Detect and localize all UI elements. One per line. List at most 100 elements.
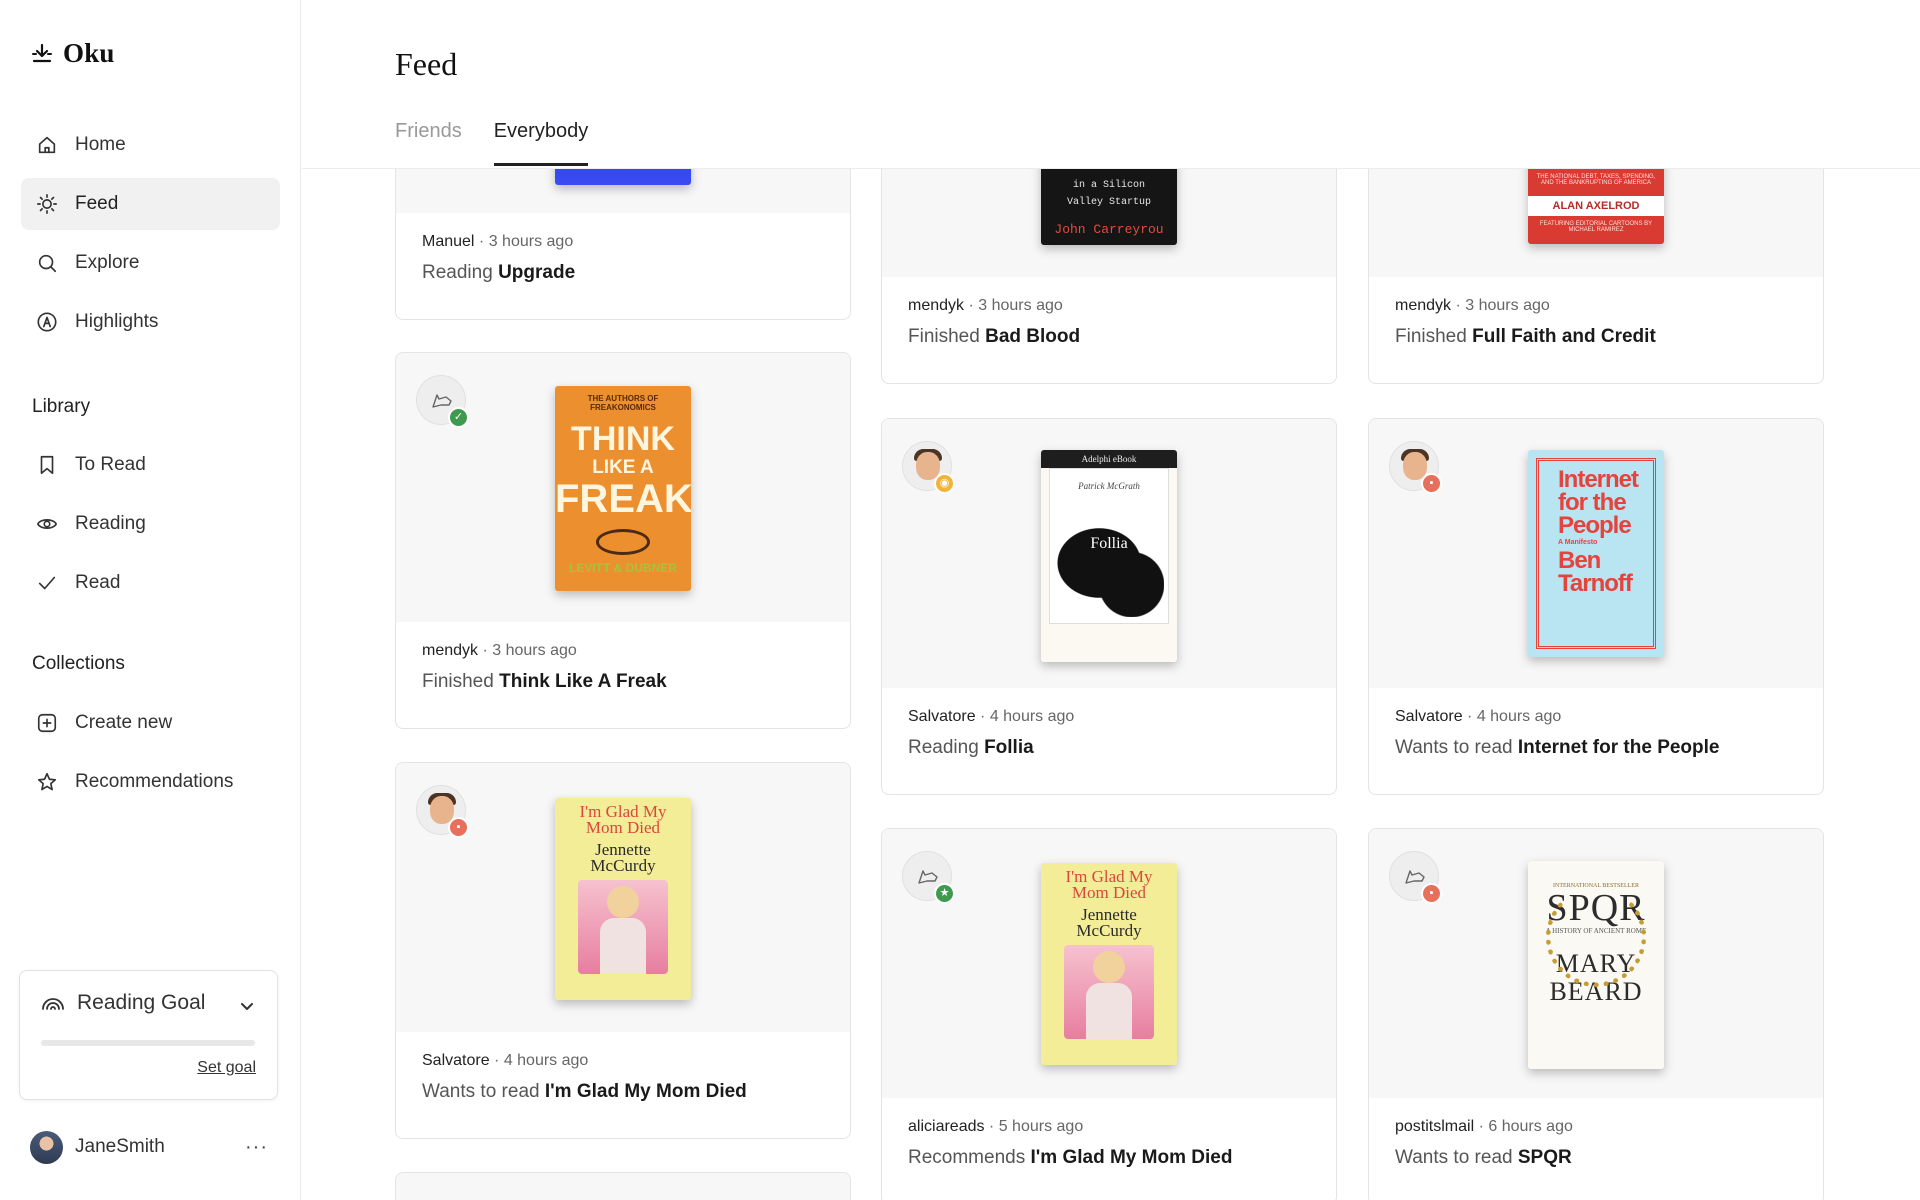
nav-item-feed[interactable]: Feed — [21, 178, 280, 230]
feed-card[interactable]: ▪ INTERNATIONAL BESTSELLER SPQR A HISTOR… — [1368, 828, 1824, 1200]
feed-book-title[interactable]: SPQR — [1518, 1147, 1572, 1168]
feed-timestamp: 4 hours ago — [989, 708, 1075, 725]
create-collection-button[interactable]: Create new — [21, 697, 280, 749]
feed-book-title[interactable]: Think Like A Freak — [499, 671, 667, 692]
search-icon — [36, 252, 58, 274]
feed-book-title[interactable]: Upgrade — [498, 262, 575, 283]
feed-book-title[interactable]: I'm Glad My Mom Died — [1031, 1147, 1233, 1168]
feed-book-title[interactable]: Full Faith and Credit — [1472, 326, 1656, 347]
plus-square-icon — [36, 712, 58, 734]
nav-item-recommendations[interactable]: Recommendations — [21, 756, 280, 808]
feed-username[interactable]: aliciareads — [908, 1118, 984, 1135]
card-body: mendyk · 3 hours ago Finished Bad Blood — [908, 297, 1081, 347]
feed-timestamp: 6 hours ago — [1488, 1118, 1573, 1135]
nav-item-label: Explore — [75, 252, 140, 273]
cover-text: Adelphi eBook — [1041, 450, 1177, 468]
feed-action: Recommends — [908, 1147, 1026, 1168]
feed-card[interactable]: ★ I'm Glad My Mom Died Jennette McCurdy … — [881, 828, 1337, 1200]
book-cover-area: ✓ THE AUTHORS OF FREAKONOMICS THINK LIKE… — [396, 353, 850, 622]
nav-item-label: Recommendations — [75, 771, 234, 792]
logo-icon — [32, 43, 52, 62]
feed-card[interactable]: Manuel · 3 hours ago Reading Upgrade — [395, 169, 851, 320]
feed-card[interactable]: ✓ THE AUTHORS OF FREAKONOMICS THINK LIKE… — [395, 352, 851, 729]
feed-username[interactable]: mendyk — [422, 642, 478, 659]
feed-action: Finished — [422, 671, 494, 692]
feed-username[interactable]: postitslmail — [1395, 1118, 1474, 1135]
set-goal-link[interactable]: Set goal — [197, 1059, 256, 1077]
more-options-button[interactable]: ··· — [245, 1136, 268, 1159]
book-cover[interactable]: Adelphi eBook Patrick McGrath Follia — [1041, 450, 1177, 662]
nav-item-label: Reading — [75, 513, 146, 534]
nav-item-highlights[interactable]: Highlights — [21, 296, 280, 348]
feed-card[interactable]: ▪ Internet for the People A Manifesto Be… — [1368, 418, 1824, 795]
sidebar: Oku Home Feed Explore Highlights Library… — [0, 0, 301, 1200]
feed-username[interactable]: Manuel — [422, 233, 474, 250]
nav-item-explore[interactable]: Explore — [21, 237, 280, 289]
cover-text: Ben — [1558, 547, 1601, 574]
book-cover[interactable]: THE AUTHORS OF FREAKONOMICS THINK LIKE A… — [555, 386, 691, 591]
reading-goal-toggle[interactable]: Reading Goal — [41, 991, 205, 1015]
avatar[interactable]: ✓ — [416, 375, 469, 428]
nav-item-read[interactable]: Read — [21, 557, 280, 609]
app-logo[interactable]: Oku — [31, 38, 115, 69]
nav-item-label: To Read — [75, 454, 146, 475]
feed-book-title[interactable]: Internet for the People — [1518, 737, 1720, 758]
avatar[interactable]: ◉ — [902, 441, 955, 494]
feed-book-title[interactable]: I'm Glad My Mom Died — [545, 1081, 747, 1102]
eye-icon — [36, 513, 58, 535]
username: JaneSmith — [75, 1136, 165, 1157]
cover-ink-shape — [1056, 509, 1164, 617]
feed-book-title[interactable]: Bad Blood — [985, 326, 1080, 347]
book-cover[interactable]: INTERNATIONAL BESTSELLER SPQR A HISTORY … — [1528, 861, 1664, 1069]
feed-username[interactable]: Salvatore — [422, 1052, 490, 1069]
feed-card[interactable]: ◉ Adelphi eBook Patrick McGrath Follia S… — [881, 418, 1337, 795]
finished-check-icon: ✓ — [448, 407, 469, 428]
book-cover[interactable]: THE NATIONAL DEBT, TAXES, SPENDING, AND … — [1528, 169, 1664, 244]
nav-item-reading[interactable]: Reading — [21, 498, 280, 550]
avatar[interactable]: ▪ — [1389, 441, 1442, 494]
cover-text: I'm Glad My — [579, 802, 667, 821]
feed-username[interactable]: Salvatore — [908, 708, 976, 725]
feed-action: Finished — [1395, 326, 1467, 347]
cover-text: THE NATIONAL DEBT, TAXES, SPENDING, AND … — [1536, 174, 1656, 186]
book-cover[interactable]: in a Silicon Valley Startup John Carreyr… — [1041, 169, 1177, 245]
reading-goal-title: Reading Goal — [77, 991, 206, 1014]
user-menu[interactable]: JaneSmith ··· — [30, 1130, 268, 1164]
feed-timestamp: 3 hours ago — [1465, 297, 1550, 314]
card-body: postitslmail · 6 hours ago Wants to read… — [1395, 1118, 1573, 1168]
cover-text: Tarnoff — [1558, 570, 1633, 597]
book-cover[interactable]: I'm Glad My Mom Died Jennette McCurdy — [555, 798, 691, 1000]
book-cover-area — [396, 169, 850, 213]
nav-item-to-read[interactable]: To Read — [21, 439, 280, 491]
book-cover[interactable]: I'm Glad My Mom Died Jennette McCurdy — [1041, 863, 1177, 1065]
feed-card[interactable]: in a Silicon Valley Startup John Carreyr… — [881, 169, 1337, 384]
cover-wreath — [1546, 887, 1646, 987]
highlight-icon — [36, 311, 58, 333]
feed-username[interactable]: Salvatore — [1395, 708, 1463, 725]
nav-item-home[interactable]: Home — [21, 119, 280, 171]
avatar[interactable]: ▪ — [1389, 851, 1442, 904]
feed-username[interactable]: mendyk — [908, 297, 964, 314]
tab-everybody[interactable]: Everybody — [493, 120, 589, 166]
avatar[interactable]: ★ — [902, 851, 955, 904]
feed-book-title[interactable]: Follia — [984, 737, 1034, 758]
cover-text: LEVITT & DUBNER — [569, 561, 677, 575]
card-body: Salvatore · 4 hours ago Wants to read I'… — [422, 1052, 747, 1102]
feed-card[interactable]: THE NATIONAL DEBT, TAXES, SPENDING, AND … — [1368, 169, 1824, 384]
feed-username[interactable]: mendyk — [1395, 297, 1451, 314]
library-nav: To Read Reading Read — [21, 439, 280, 616]
book-cover[interactable] — [555, 169, 691, 185]
main-content: Feed Friends Everybody Manuel · 3 hours … — [302, 0, 1920, 1200]
feed-action: Wants to read — [1395, 1147, 1513, 1168]
feed-card[interactable]: ▪ I'm Glad My Mom Died Jennette McCurdy … — [395, 762, 851, 1139]
tab-friends[interactable]: Friends — [395, 120, 462, 166]
collections-nav: Create new Recommendations — [21, 697, 280, 815]
avatar[interactable]: ▪ — [416, 785, 469, 838]
chevron-down-icon[interactable] — [238, 997, 256, 1020]
feed-timestamp: 5 hours ago — [998, 1118, 1084, 1135]
cover-text: Patrick McGrath — [1078, 481, 1140, 491]
cover-text: for the — [1558, 489, 1627, 516]
feed-card[interactable] — [395, 1172, 851, 1200]
book-cover[interactable]: Internet for the People A Manifesto Ben … — [1528, 450, 1664, 657]
rainbow-icon — [42, 998, 64, 1010]
